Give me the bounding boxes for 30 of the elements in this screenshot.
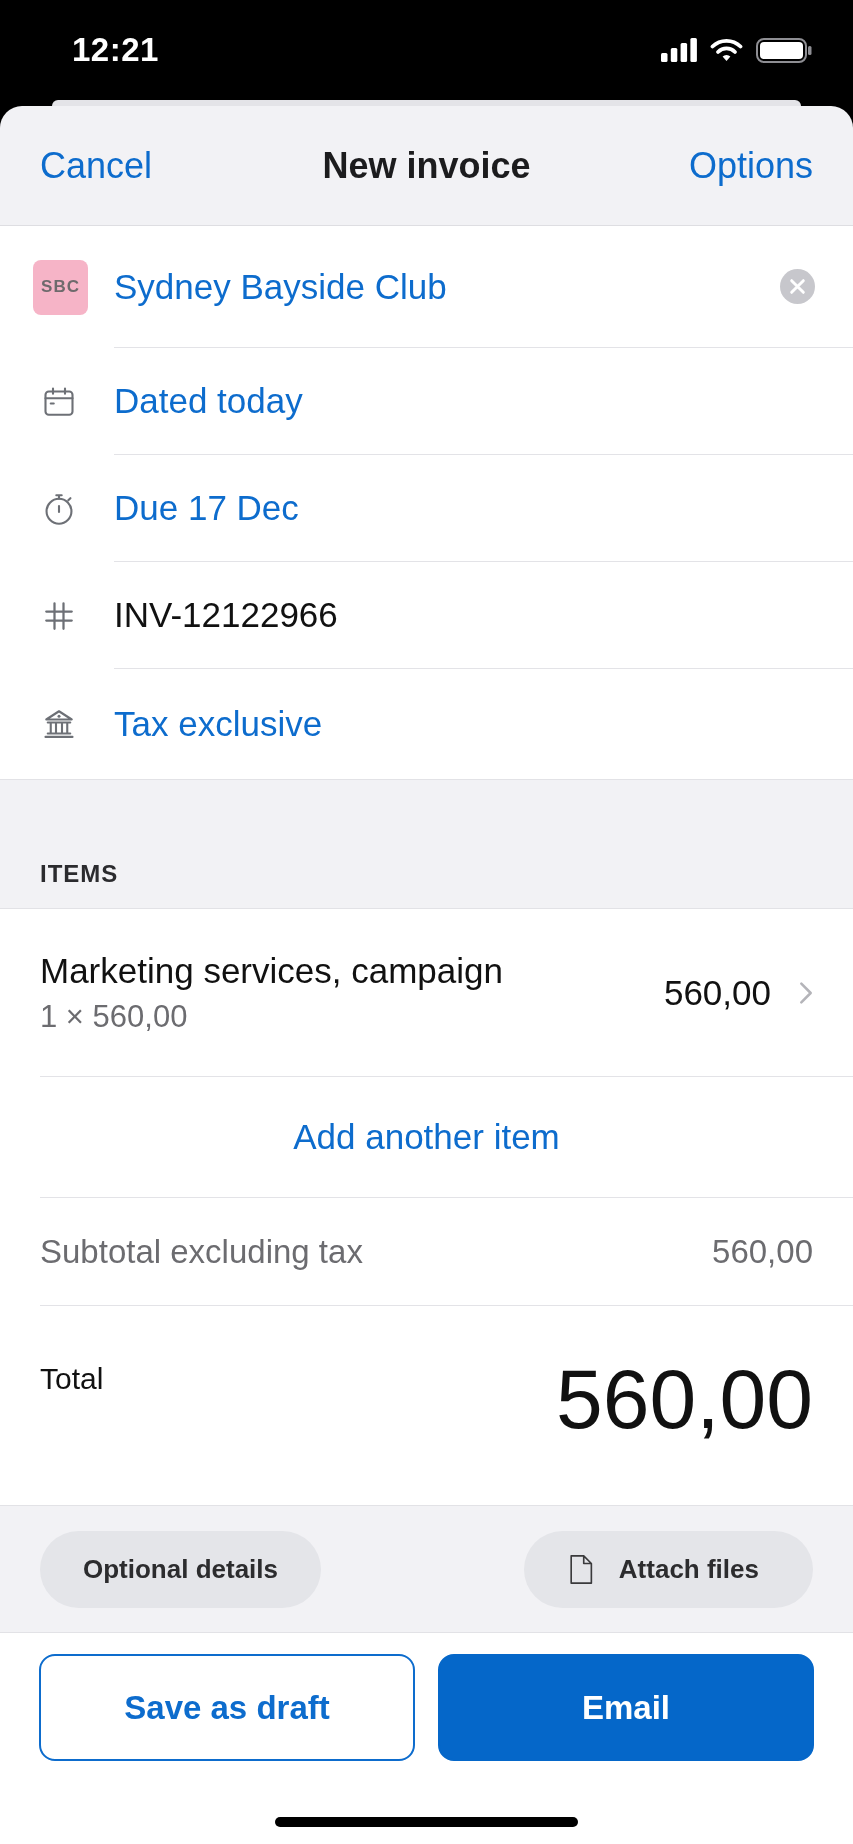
- clear-icon: [780, 269, 815, 304]
- optional-details-button[interactable]: Optional details: [40, 1530, 322, 1608]
- tax-mode-value[interactable]: Tax exclusive: [114, 704, 323, 744]
- item-quantity: 1 × 560,00: [40, 998, 189, 1035]
- subtotal-label: Subtotal excluding tax: [40, 1232, 363, 1271]
- battery-icon: [756, 37, 812, 63]
- section-heading: ITEMS: [40, 860, 119, 888]
- document-icon: [568, 1553, 593, 1585]
- item-name[interactable]: Marketing services, campaign: [40, 950, 503, 991]
- email-button[interactable]: Email: [438, 1654, 814, 1761]
- attach-files-button[interactable]: Attach files: [523, 1530, 813, 1608]
- invoice-number-field[interactable]: INV-12122966: [114, 595, 338, 635]
- client-name-value[interactable]: Sydney Bayside Club: [114, 266, 447, 307]
- item-amount: 560,00: [663, 972, 771, 1013]
- status-time: 12:21: [72, 31, 159, 69]
- signal-icon: [661, 38, 697, 62]
- options-button[interactable]: Options: [688, 144, 813, 187]
- wifi-icon: [710, 38, 743, 62]
- total-label: Total: [40, 1362, 104, 1396]
- cancel-button[interactable]: Cancel: [40, 144, 153, 187]
- chevron-right-icon: [799, 979, 813, 1006]
- screen-title: New invoice: [322, 144, 531, 187]
- subtotal-value: 560,00: [712, 1232, 813, 1271]
- issue-date-value[interactable]: Dated today: [114, 381, 303, 421]
- total-value: 560,00: [556, 1357, 813, 1441]
- clear-button[interactable]: [780, 269, 815, 304]
- save-draft-button[interactable]: Save as draft: [39, 1654, 415, 1761]
- client-avatar: SBC: [33, 259, 88, 315]
- add-item-button[interactable]: Add another item: [293, 1117, 560, 1157]
- due-date-value[interactable]: Due 17 Dec: [114, 488, 299, 528]
